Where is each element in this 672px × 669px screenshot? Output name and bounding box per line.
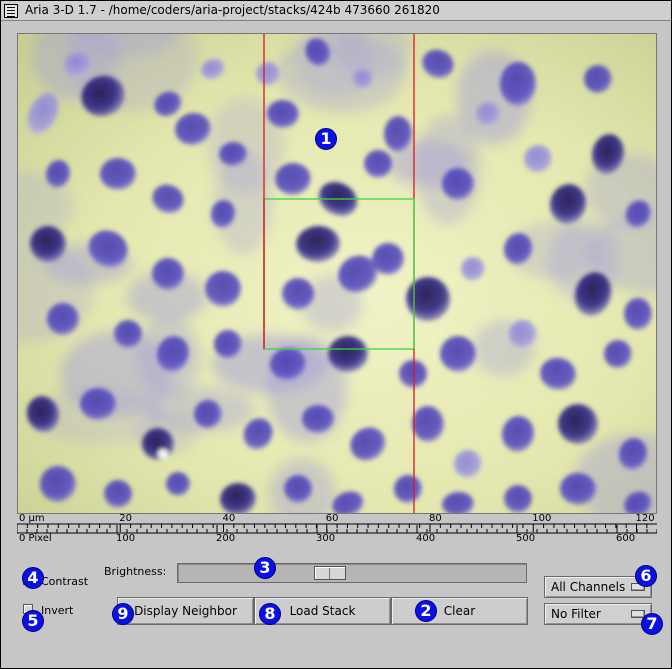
ruler-micron-label: 20 xyxy=(119,513,132,524)
title-bar[interactable]: Aria 3-D 1.7 - /home/coders/aria-project… xyxy=(1,1,671,21)
channels-dropdown-value: All Channels xyxy=(551,580,626,594)
ruler-pixel-label: 300 xyxy=(316,533,336,544)
callout-8: 8 xyxy=(259,603,281,625)
ruler-pixel-label: 600 xyxy=(616,533,636,544)
callout-7: 7 xyxy=(641,613,663,635)
invert-label: Invert xyxy=(41,604,74,617)
callout-5: 5 xyxy=(22,610,44,632)
ruler-micron-label: 120 xyxy=(635,513,655,524)
image-viewer[interactable] xyxy=(17,33,657,514)
callout-1: 1 xyxy=(315,128,337,150)
ruler-micron-label: 80 xyxy=(429,513,442,524)
callout-3: 3 xyxy=(254,557,276,579)
clear-button[interactable]: Clear xyxy=(391,597,528,625)
brightness-label: Brightness: xyxy=(104,565,167,578)
ruler-pixel-label: 500 xyxy=(516,533,536,544)
microscopy-image[interactable] xyxy=(18,34,657,514)
callout-2: 2 xyxy=(415,600,437,622)
scale-ruler: 0 µm 20 40 60 80 100 120 0 Pixel 100 200 300 400 500… xyxy=(16,513,658,544)
window-menu-icon[interactable] xyxy=(4,4,18,18)
contrast-label: Contrast xyxy=(41,575,89,588)
brightness-slider-thumb[interactable] xyxy=(314,566,346,580)
ruler-pixel-label: 200 xyxy=(216,533,236,544)
callout-6: 6 xyxy=(635,565,657,587)
ruler-pixel-label: 0 Pixel xyxy=(19,533,52,544)
ruler-micron-label: 60 xyxy=(325,513,339,524)
display-neighbor-button[interactable]: Display Neighbor xyxy=(117,597,254,625)
callout-4: 4 xyxy=(22,567,44,589)
app-window: Aria 3-D 1.7 - /home/coders/aria-project… xyxy=(0,0,672,669)
window-title: Aria 3-D 1.7 - /home/coders/aria-project… xyxy=(25,3,440,17)
filter-dropdown-value: No Filter xyxy=(551,607,601,621)
ruler-micron-label: 0 µm xyxy=(19,513,45,524)
ruler-micron-label: 100 xyxy=(532,513,552,524)
filter-dropdown[interactable]: No Filter xyxy=(544,603,652,625)
ruler-micron-label: 40 xyxy=(222,513,236,524)
callout-9: 9 xyxy=(112,603,134,625)
brightness-slider[interactable] xyxy=(177,563,527,583)
ruler-pixel-label: 400 xyxy=(416,533,436,544)
ruler-pixel-label: 100 xyxy=(116,533,136,544)
